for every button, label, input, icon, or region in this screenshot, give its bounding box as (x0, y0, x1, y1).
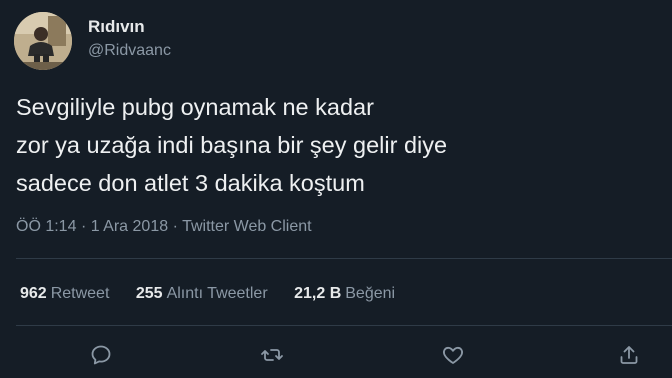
author-block: Rıdıvın @Ridvaanc (88, 16, 171, 62)
share-icon (620, 346, 638, 364)
avatar-image (14, 12, 72, 70)
meta-separator: · (80, 218, 87, 235)
like-stat[interactable]: 21,2 B Beğeni (294, 285, 395, 302)
like-button[interactable] (440, 342, 466, 368)
user-handle[interactable]: @Ridvaanc (88, 40, 171, 62)
quote-label: Alıntı Tweetler (166, 285, 268, 302)
display-name[interactable]: Rıdıvın (88, 16, 171, 38)
meta-separator: · (172, 218, 178, 235)
share-button[interactable] (616, 342, 642, 368)
retweet-label: Retweet (50, 285, 110, 302)
retweet-icon (261, 349, 283, 361)
divider (16, 258, 672, 259)
tweet-text: Sevgiliyle pubg oynamak ne kadar zor ya … (16, 88, 656, 202)
tweet-stats: 962 Retweet 255 Alıntı Tweetler 21,2 B Beğe… (20, 283, 417, 305)
tweet-text-line: sadece don atlet 3 dakika koştum (16, 170, 365, 196)
tweet-text-line: Sevgiliyle pubg oynamak ne kadar (16, 94, 374, 120)
like-count: 21,2 B (294, 285, 342, 302)
tweet-meta: ÖÖ 1:14 · 1 Ara 2018 · Twitter Web Clien… (16, 216, 312, 238)
tweet-time[interactable]: ÖÖ 1:14 (16, 218, 76, 235)
avatar[interactable] (14, 12, 72, 70)
quote-count: 255 (135, 285, 163, 302)
tweet-date[interactable]: 1 Ara 2018 (91, 218, 168, 235)
reply-button[interactable] (88, 342, 114, 368)
tweet-text-line: zor ya uzağa indi başına bir şey gelir d… (16, 132, 448, 158)
tweet: Rıdıvın @Ridvaanc Sevgiliyle pubg oynama… (0, 0, 672, 378)
reply-icon (91, 345, 111, 365)
retweet-button[interactable] (259, 342, 285, 368)
tweet-client[interactable]: Twitter Web Client (182, 218, 312, 235)
divider (16, 325, 672, 326)
retweet-count: 962 (20, 285, 47, 302)
quote-stat[interactable]: 255 Alıntı Tweetler (136, 285, 268, 302)
like-label: Beğeni (345, 285, 396, 302)
tweet-actions (0, 338, 672, 372)
heart-icon (442, 346, 464, 364)
retweet-stat[interactable]: 962 Retweet (20, 285, 109, 302)
